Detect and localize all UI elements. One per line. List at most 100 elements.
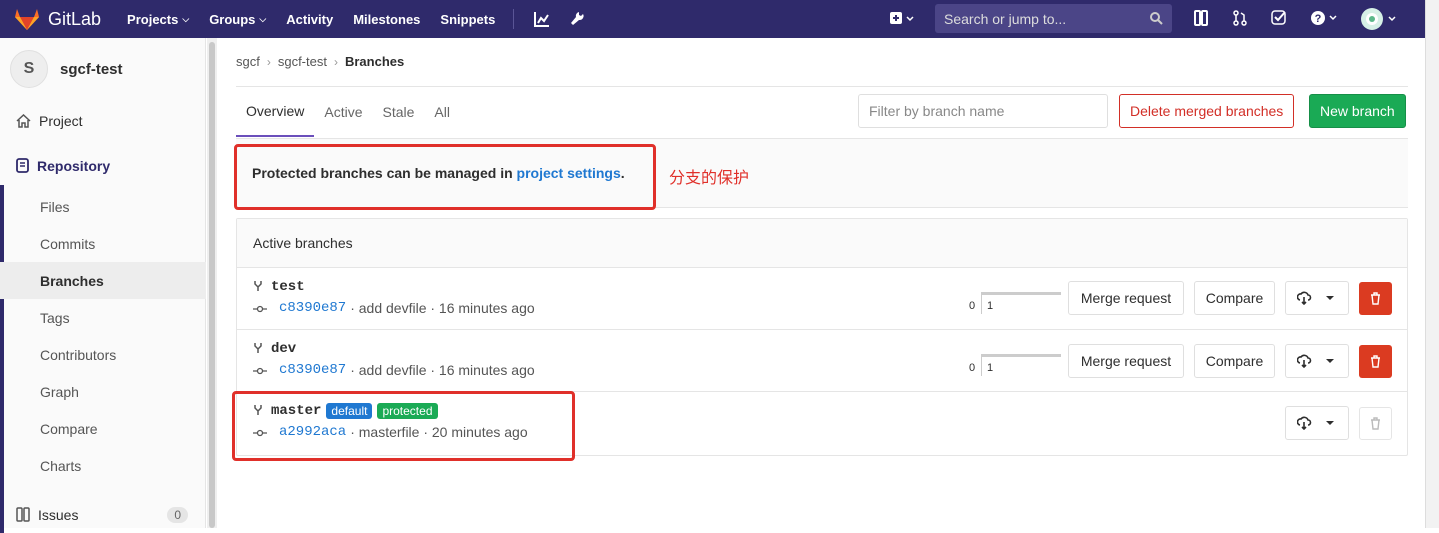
branch-name[interactable]: test [271,279,305,295]
trash-icon [1371,355,1380,368]
repository-doc-icon [16,158,29,173]
merge-request-icon[interactable] [1233,10,1247,29]
merge-request-button[interactable]: Merge request [1068,344,1184,378]
download-cloud-icon [1297,291,1334,305]
branch-name[interactable]: dev [271,341,296,357]
annotation-box-master [232,391,575,461]
annotation-box-info [234,144,656,210]
trash-icon [1371,417,1380,430]
delete-branch-button[interactable] [1359,282,1392,315]
sidebar-sub-commits[interactable]: Commits [0,225,206,262]
ahead-count: 1 [987,300,994,312]
filter-placeholder: Filter by branch name [869,103,1005,119]
delete-branch-button[interactable] [1359,345,1392,378]
project-name: sgcf-test [60,60,123,78]
nav-milestones[interactable]: Milestones [353,12,420,27]
branch-filter-input[interactable]: Filter by branch name [858,94,1108,128]
new-branch-button[interactable]: New branch [1309,94,1406,128]
trash-icon [1371,292,1380,305]
commit-message: · add devfile · 16 minutes ago [350,362,535,378]
chart-icon[interactable] [534,11,550,27]
sidebar-sub-graph[interactable]: Graph [0,373,206,410]
commit-icon [253,362,267,378]
search-icon [1150,12,1163,25]
nav-activity[interactable]: Activity [286,12,333,27]
wrench-icon[interactable] [570,11,584,27]
tab-all[interactable]: All [424,87,460,137]
download-dropdown[interactable] [1285,344,1349,378]
chevron-right-icon: › [266,54,271,69]
chevron-down-icon: ⌵ [259,13,267,24]
tab-overview[interactable]: Overview [236,87,315,137]
branch-name-wrap: dev [253,341,296,357]
help-icon[interactable]: ? [1310,10,1340,29]
issues-count-badge: 0 [167,506,188,523]
sidebar-sub-tags[interactable]: Tags [0,299,206,336]
sidebar-scrollbar[interactable] [207,38,217,528]
divergence-separator [981,354,982,376]
page-scrollbar[interactable] [1425,0,1439,528]
download-dropdown[interactable] [1285,406,1349,440]
sidebar-sub-branches[interactable]: Branches [0,262,206,299]
sidebar-toggle-icon[interactable] [1194,10,1208,29]
branch-name-wrap: test [253,279,305,295]
chevron-right-icon: › [333,54,338,69]
home-icon [16,113,31,128]
breadcrumb-project[interactable]: sgcf-test [278,54,327,69]
branch-row-test: test c8390e87 · add devfile · 16 minutes… [237,268,1407,330]
plus-square-icon[interactable] [889,11,915,30]
download-cloud-icon [1297,354,1334,368]
sidebar-sub-charts[interactable]: Charts [0,447,206,484]
sidebar-item-label: Repository [37,157,111,174]
commit-sha[interactable]: c8390e87 [279,300,346,316]
user-avatar-icon[interactable] [1360,7,1400,34]
panel-title: Active branches [237,219,1407,268]
todo-check-icon[interactable] [1271,10,1287,29]
branch-row-dev: dev c8390e87 · add devfile · 16 minutes … [237,330,1407,392]
sidebar-scroll-thumb[interactable] [209,42,215,528]
merge-request-button[interactable]: Merge request [1068,281,1184,315]
sidebar-item-issues[interactable]: Issues 0 [0,496,206,533]
tab-active[interactable]: Active [314,87,372,137]
commit-info: c8390e87 · add devfile · 16 minutes ago [253,300,535,316]
commit-info: c8390e87 · add devfile · 16 minutes ago [253,362,535,378]
branch-icon [253,341,263,357]
search-input[interactable]: Search or jump to... [935,4,1172,33]
sidebar-item-repository[interactable]: Repository [0,147,206,184]
divergence-bar [981,292,1061,295]
issues-icon [16,507,30,522]
sidebar-sub-compare[interactable]: Compare [0,410,206,447]
download-cloud-icon [1297,416,1334,430]
gitlab-logo[interactable]: GitLab [14,7,101,31]
breadcrumb-group[interactable]: sgcf [236,54,260,69]
sidebar-sub-contributors[interactable]: Contributors [0,336,206,373]
tab-stale[interactable]: Stale [372,87,424,137]
main-content: sgcf › sgcf-test › Branches Overview Act… [218,38,1425,528]
compare-button[interactable]: Compare [1194,344,1275,378]
project-avatar: S [10,50,48,88]
compare-button[interactable]: Compare [1194,281,1275,315]
sidebar-sub-files[interactable]: Files [0,188,206,225]
nav-snippets[interactable]: Snippets [440,12,495,27]
branch-icon [253,279,263,295]
ahead-count: 1 [987,362,994,374]
annotation-text: 分支的保护 [669,170,750,187]
gitlab-brand: GitLab [48,8,102,29]
behind-count: 0 [969,300,976,312]
divergence-separator [981,292,982,314]
sidebar-project-header[interactable]: S sgcf-test [10,50,123,88]
chevron-down-icon: ⌵ [182,13,190,24]
nav-projects[interactable]: Projects ⌵ [127,12,189,27]
download-dropdown[interactable] [1285,281,1349,315]
sidebar-item-label: Project [39,112,83,129]
delete-branch-button-disabled[interactable] [1359,407,1392,440]
nav-divider [513,9,515,29]
sidebar-item-project[interactable]: Project [0,102,206,139]
delete-merged-branches-button[interactable]: Delete merged branches [1119,94,1295,128]
commit-sha[interactable]: c8390e87 [279,362,346,378]
project-sidebar: S sgcf-test Project Repository Files Com… [0,38,206,533]
breadcrumb-current[interactable]: Branches [345,54,404,69]
search-placeholder: Search or jump to... [944,10,1067,27]
breadcrumb: sgcf › sgcf-test › Branches [236,54,404,69]
nav-groups[interactable]: Groups ⌵ [209,12,266,27]
